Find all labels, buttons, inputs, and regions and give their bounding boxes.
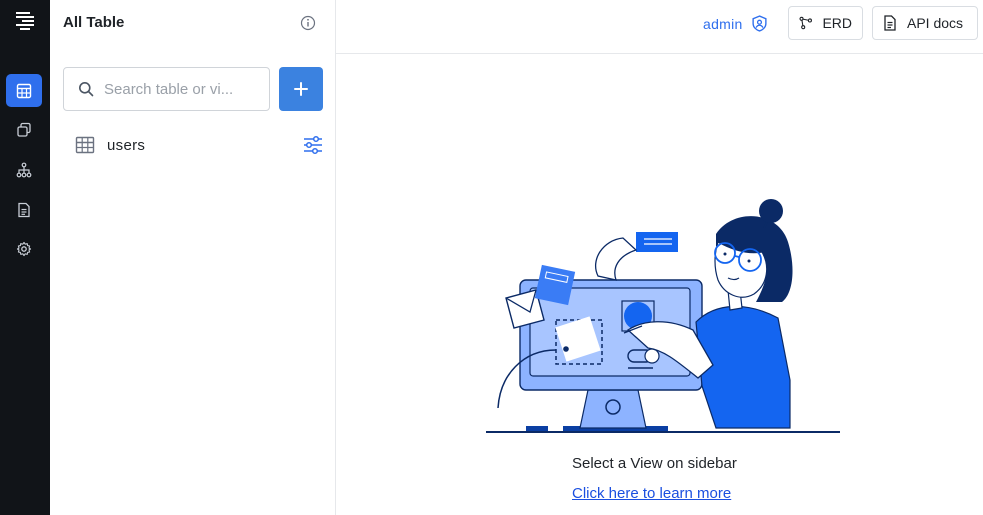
search-input[interactable] <box>104 80 254 98</box>
api-docs-label: API docs <box>907 15 964 31</box>
table-grid-icon <box>16 83 32 98</box>
empty-state-message: Select a View on sidebar <box>572 455 737 472</box>
gear-icon <box>16 241 32 256</box>
rail-views-button[interactable] <box>6 113 42 146</box>
search-icon <box>79 82 94 97</box>
app-root: All Table Search table or vi... users ad… <box>0 0 983 515</box>
file-text-icon <box>884 15 896 31</box>
erd-label: ERD <box>822 15 852 31</box>
rail-schema-button[interactable] <box>6 153 42 186</box>
plus-icon <box>294 82 308 96</box>
user-label: admin <box>703 15 743 32</box>
table-list-item[interactable]: users <box>63 128 323 162</box>
rail-settings-button[interactable] <box>6 232 42 265</box>
empty-state-illustration <box>486 199 840 433</box>
user-menu[interactable]: admin <box>703 15 768 32</box>
menu-logo-icon[interactable] <box>14 9 36 31</box>
sidebar-title: All Table <box>63 14 125 31</box>
icon-rail <box>0 0 50 515</box>
add-table-button[interactable] <box>279 67 323 111</box>
learn-more-link[interactable]: Click here to learn more <box>572 485 731 502</box>
erd-button[interactable]: ERD <box>788 6 863 40</box>
sitemap-icon <box>16 162 32 177</box>
top-bar: admin ERD API docs <box>336 0 983 54</box>
table-item-label: users <box>107 136 146 154</box>
user-shield-icon <box>752 15 767 32</box>
main-content: admin ERD API docs Select a View on side… <box>336 0 983 515</box>
search-box[interactable] <box>63 67 270 111</box>
copy-icon <box>17 122 31 137</box>
info-icon[interactable] <box>300 15 316 31</box>
sidebar: All Table Search table or vi... users <box>50 0 336 515</box>
document-icon <box>18 202 30 217</box>
sliders-icon[interactable] <box>303 135 323 155</box>
table-icon <box>75 136 95 154</box>
graph-icon <box>799 16 812 30</box>
api-docs-button[interactable]: API docs <box>872 6 978 40</box>
rail-docs-button[interactable] <box>6 193 42 226</box>
rail-tables-button[interactable] <box>6 74 42 107</box>
